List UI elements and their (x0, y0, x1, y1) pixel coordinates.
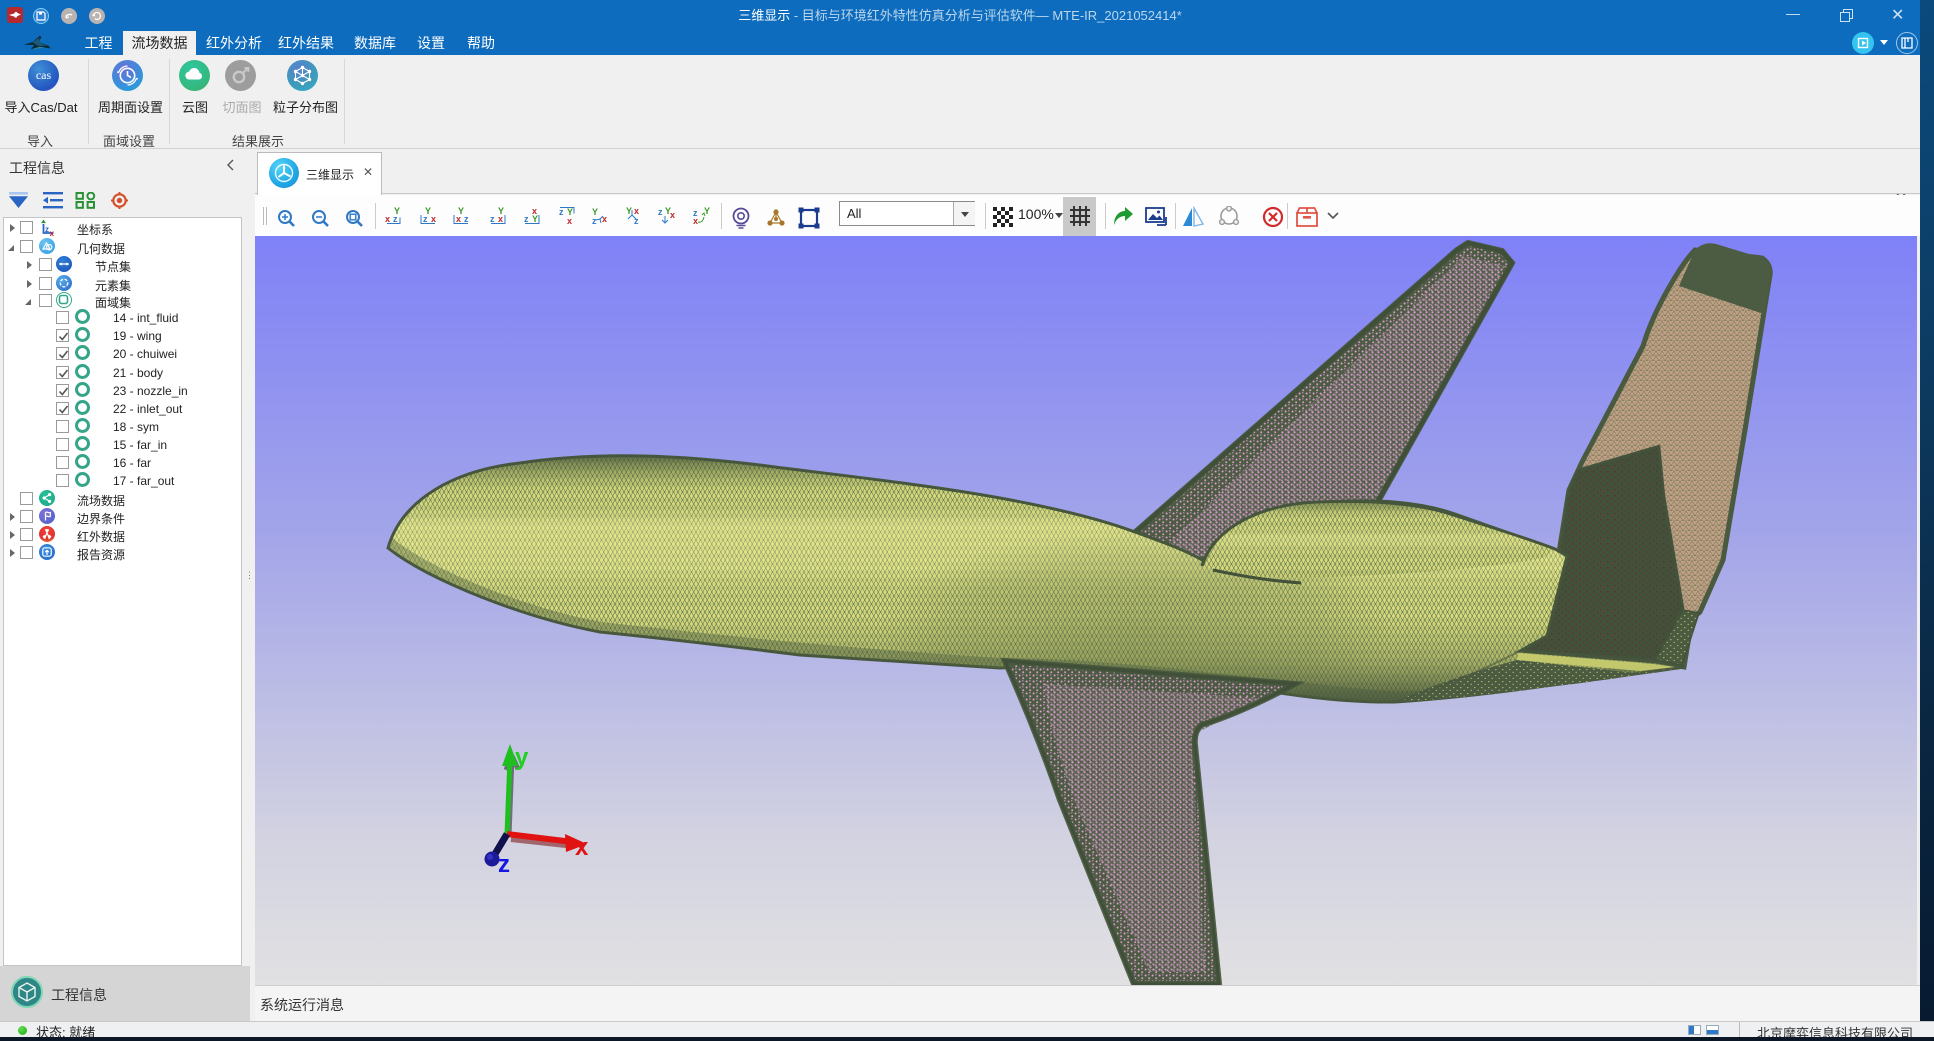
svg-text:x: x (634, 206, 639, 216)
svg-text:z: z (490, 214, 495, 224)
svg-text:x: x (431, 214, 436, 224)
svg-text:x: x (498, 214, 503, 224)
svg-text:x: x (602, 214, 607, 224)
svg-text:y: y (515, 744, 529, 771)
svg-text:Y: Y (532, 214, 538, 224)
svg-text:z: z (658, 207, 663, 217)
svg-text:z: z (423, 214, 428, 224)
svg-text:x: x (670, 210, 675, 220)
svg-text:x: x (456, 214, 461, 224)
svg-text:z: z (464, 214, 469, 224)
svg-text:x: x (50, 229, 55, 236)
svg-text:Y: Y (394, 206, 400, 216)
svg-text:z: z (498, 851, 510, 878)
svg-text:x: x (693, 216, 698, 226)
svg-text:z: z (592, 216, 597, 226)
svg-text:x: x (575, 834, 589, 861)
svg-text:z: z (524, 214, 529, 224)
svg-text:z: z (559, 207, 564, 217)
svg-text:x: x (567, 216, 572, 226)
svg-text:Y: Y (626, 206, 632, 216)
svg-text:x: x (385, 214, 390, 224)
svg-text:z: z (45, 225, 49, 234)
